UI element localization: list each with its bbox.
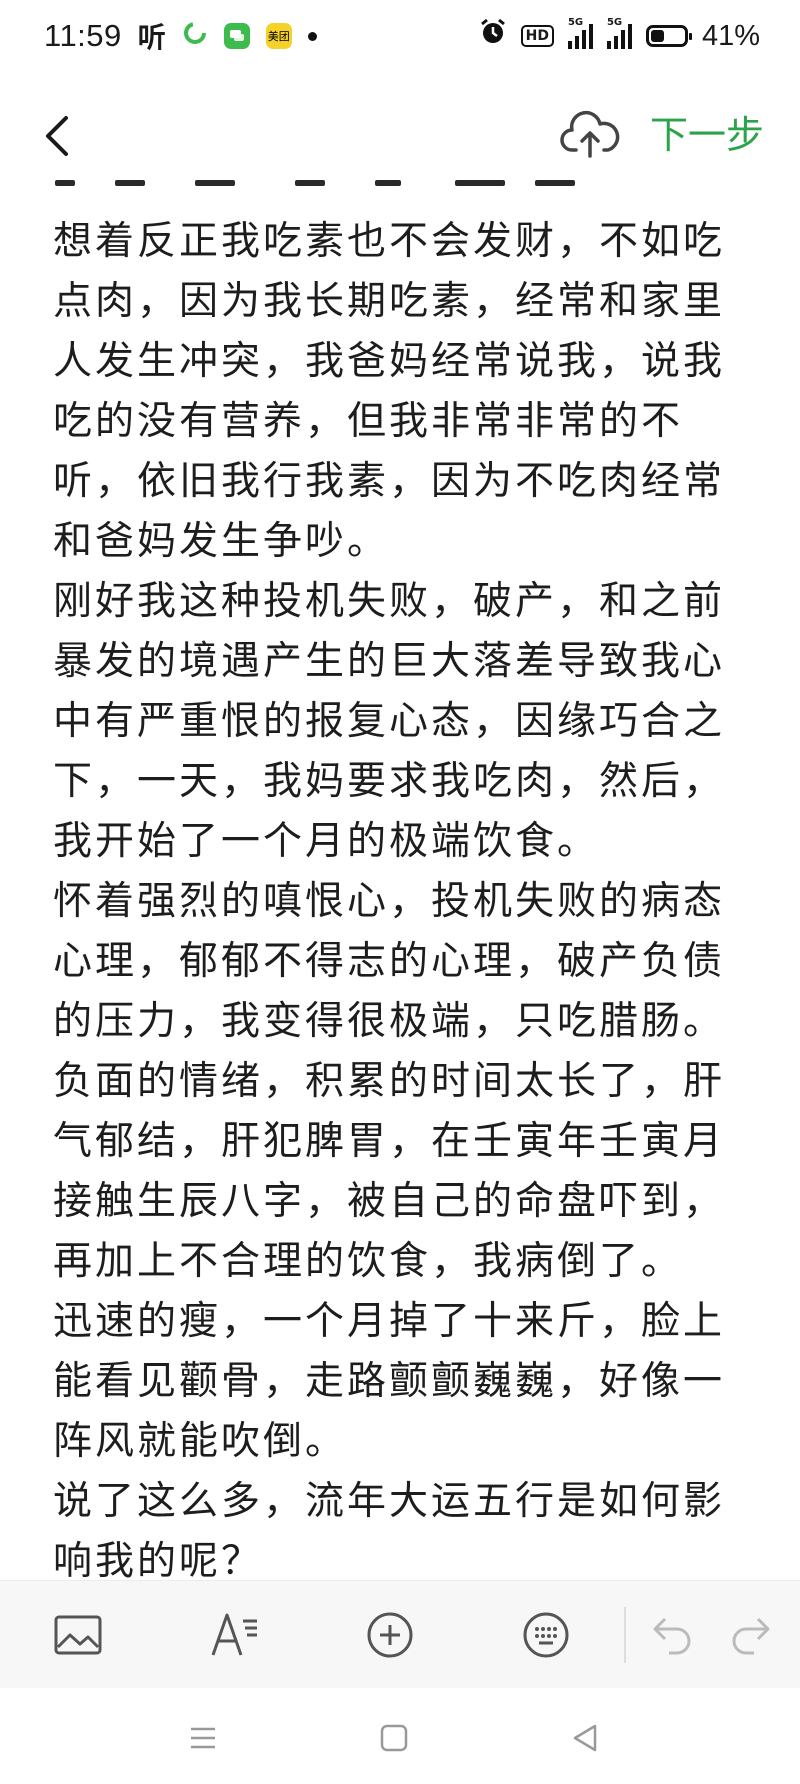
hd-badge: HD — [520, 25, 554, 47]
paragraph: 刚好我这种投机失败，破产，和之前暴发的境遇产生的巨大落差导致我心中有严重恨的报复… — [53, 579, 726, 864]
editor-toolbar — [0, 1580, 800, 1689]
paragraph: 想着反正我吃素也不会发财，不如吃点肉，因为我长期吃素，经常和家里人发生冲突，我爸… — [53, 219, 726, 564]
system-back-button[interactable] — [565, 1718, 605, 1758]
back-button[interactable] — [38, 110, 78, 162]
signal-1-label: 5G — [567, 17, 584, 28]
signal-1-icon: 5G — [567, 17, 593, 49]
text-format-icon — [211, 1613, 257, 1656]
home-square-icon — [380, 1724, 408, 1752]
image-icon — [54, 1615, 102, 1655]
alarm-icon — [479, 18, 507, 54]
more-notifications-dot — [307, 31, 317, 41]
ting-app-icon: 听 — [137, 21, 166, 54]
keyboard-button[interactable] — [518, 1607, 574, 1663]
system-nav-bar — [0, 1688, 800, 1784]
status-bar: 11:59 听 美团 HD 5G 5G 41% — [0, 0, 800, 72]
chat-app-icon — [223, 23, 250, 49]
note-body[interactable]: 想着反正我吃素也不会发财，不如吃点肉，因为我长期吃素，经常和家里人发生冲突，我爸… — [53, 212, 753, 1592]
meituan-app-icon: 美团 — [265, 23, 292, 49]
paragraph: 怀着强烈的嗔恨心，投机失败的病态心理，郁郁不得志的心理，破产负债的压力，我变得很… — [53, 879, 726, 1044]
undo-button[interactable] — [645, 1607, 701, 1663]
recent-apps-button[interactable] — [183, 1718, 223, 1758]
redo-icon — [732, 1617, 770, 1655]
chevron-left-icon — [46, 116, 68, 156]
menu-icon — [191, 1727, 215, 1749]
battery-icon — [645, 25, 692, 47]
paragraph: 迅速的瘦，一个月掉了十来斤，脸上能看见颧骨，走路颤颤巍巍，好像一阵风就能吹倒。 — [53, 1299, 726, 1464]
signal-2-icon: 5G — [606, 17, 632, 49]
insert-image-button[interactable] — [50, 1607, 106, 1663]
cloud-upload-button[interactable] — [560, 110, 620, 160]
keyboard-icon — [523, 1612, 569, 1658]
insert-button[interactable] — [362, 1607, 418, 1663]
editor-header: 下一步 — [0, 96, 800, 176]
back-triangle-icon — [573, 1724, 597, 1752]
signal-2-label: 5G — [606, 17, 623, 28]
paragraph: 说了这么多，流年大运五行是如何影响我的呢？ — [53, 1479, 726, 1584]
battery-percent: 41% — [701, 19, 760, 52]
recycle-app-icon — [182, 19, 208, 54]
home-button[interactable] — [374, 1718, 414, 1758]
redo-button[interactable] — [722, 1607, 778, 1663]
clipped-text-line — [55, 180, 745, 192]
status-time: 11:59 — [44, 18, 122, 53]
undo-icon — [653, 1617, 691, 1655]
next-step-button[interactable]: 下一步 — [650, 110, 764, 160]
text-format-button[interactable] — [207, 1607, 263, 1663]
paragraph: 负面的情绪，积累的时间太长了，肝气郁结，肝犯脾胃，在壬寅年壬寅月接触生辰八字，被… — [53, 1059, 726, 1284]
add-circle-icon — [367, 1612, 413, 1658]
cloud-upload-icon — [560, 111, 620, 158]
toolbar-divider — [624, 1607, 626, 1663]
